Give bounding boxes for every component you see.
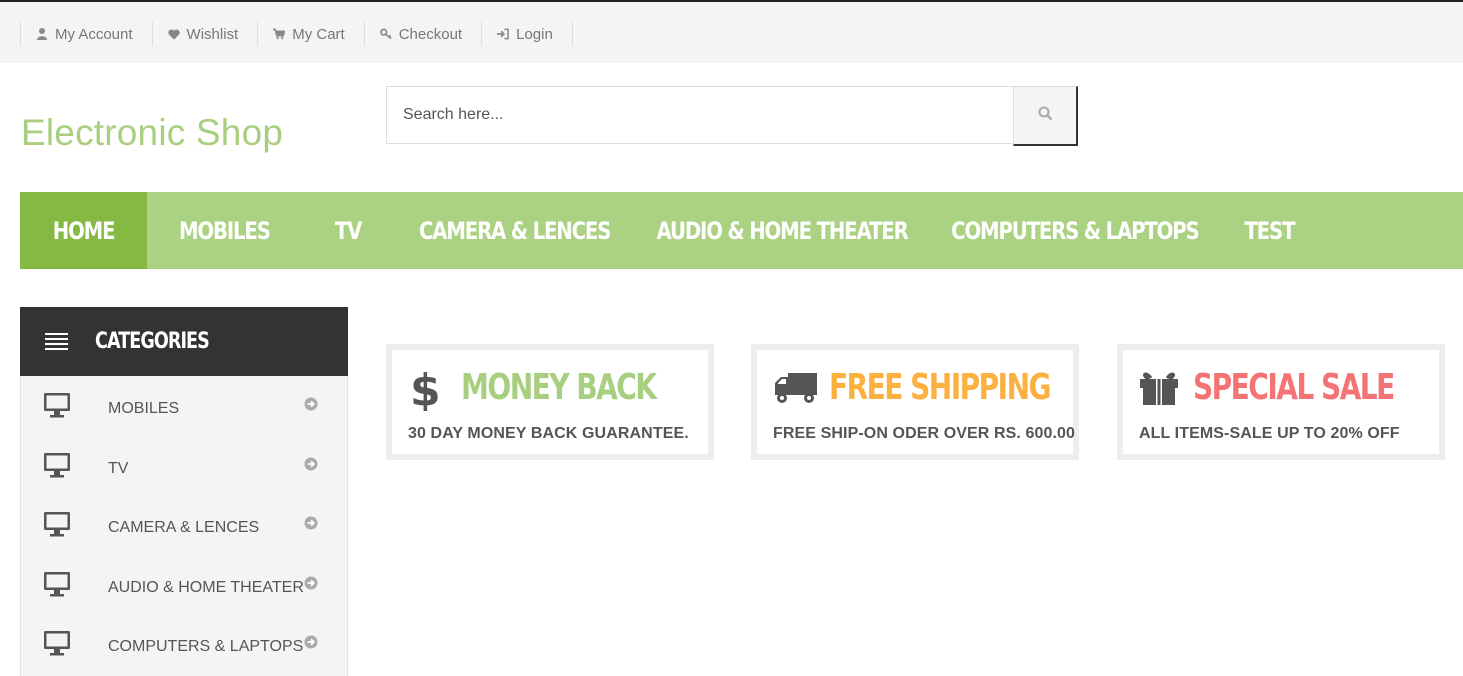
my-cart-label: My Cart xyxy=(292,25,345,43)
feature-subtitle: 30 DAY MONEY BACK GUARANTEE. xyxy=(408,425,689,442)
key-icon xyxy=(379,28,392,40)
sign-in-icon xyxy=(497,28,509,40)
monitor-icon xyxy=(43,452,71,483)
category-item[interactable]: COMPUTERS & LAPTOPS xyxy=(21,614,347,674)
gift-icon xyxy=(1139,370,1179,411)
nav-camera-lences[interactable]: CAMERA & LENCES xyxy=(395,192,635,269)
main-nav: HOME MOBILES TV CAMERA & LENCES AUDIO & … xyxy=(20,192,1463,269)
login-label: Login xyxy=(516,25,553,43)
cart-icon xyxy=(273,28,286,40)
feature-free-shipping: FREE SHIPPING FREE SHIP-ON ODER OVER RS.… xyxy=(751,344,1079,460)
arrow-circle-right-icon xyxy=(304,635,318,654)
my-account-link[interactable]: My Account xyxy=(21,22,153,46)
dollar-icon: $ xyxy=(408,365,441,416)
category-label: TV xyxy=(108,459,129,477)
nav-mobiles[interactable]: MOBILES xyxy=(147,192,301,269)
wishlist-link[interactable]: Wishlist xyxy=(153,22,259,46)
arrow-circle-right-icon xyxy=(304,457,318,476)
monitor-icon xyxy=(43,630,71,661)
nav-tv[interactable]: TV xyxy=(301,192,395,269)
search-icon xyxy=(1038,106,1053,126)
search-bar xyxy=(386,86,1078,146)
category-label: COMPUTERS & LAPTOPS xyxy=(108,638,304,655)
monitor-icon xyxy=(43,571,71,602)
menu-icon xyxy=(45,332,68,351)
nav-audio-home-theater[interactable]: AUDIO & HOME THEATER xyxy=(635,192,929,269)
category-item[interactable]: TV xyxy=(21,436,347,496)
user-icon xyxy=(36,28,48,40)
heart-icon xyxy=(167,28,180,40)
arrow-circle-right-icon xyxy=(304,397,318,416)
category-label: AUDIO & HOME THEATER xyxy=(108,578,304,596)
my-cart-link[interactable]: My Cart xyxy=(258,22,365,46)
feature-title: SPECIAL SALE xyxy=(1193,367,1395,408)
feature-subtitle: FREE SHIP-ON ODER OVER RS. 600.00 xyxy=(773,425,1076,442)
top-links: My Account Wishlist My Cart Checkout Log… xyxy=(20,22,573,46)
svg-text:$: $ xyxy=(410,365,438,411)
nav-test[interactable]: TEST xyxy=(1221,192,1317,269)
category-label: CAMERA & LENCES xyxy=(108,519,260,536)
categories-list: MOBILES TV CAMERA & LENCES AUDIO & HOME THE… xyxy=(20,376,348,676)
truck-icon xyxy=(774,371,818,410)
category-item[interactable]: MOBILES xyxy=(21,376,347,436)
nav-computers-laptops[interactable]: COMPUTERS & LAPTOPS xyxy=(929,192,1221,269)
top-bar: My Account Wishlist My Cart Checkout Log… xyxy=(0,2,1463,63)
site-logo[interactable]: Electronic Shop xyxy=(21,112,283,154)
category-label: MOBILES xyxy=(108,400,180,417)
my-account-label: My Account xyxy=(55,25,133,43)
category-item[interactable]: AUDIO & HOME THEATER xyxy=(21,555,347,615)
feature-special-sale: SPECIAL SALE ALL ITEMS-SALE UP TO 20% OF… xyxy=(1117,344,1445,460)
monitor-icon xyxy=(43,511,71,542)
checkout-link[interactable]: Checkout xyxy=(365,22,483,46)
monitor-icon xyxy=(43,392,71,423)
wishlist-label: Wishlist xyxy=(186,25,239,43)
arrow-circle-right-icon xyxy=(304,576,318,595)
arrow-circle-right-icon xyxy=(304,516,318,535)
category-item[interactable]: CAMERA & LENCES xyxy=(21,495,347,555)
feature-money-back: $ MONEY BACK 30 DAY MONEY BACK GUARANTEE… xyxy=(386,344,714,460)
search-input[interactable] xyxy=(386,86,1013,144)
categories-header[interactable]: CATEGORIES xyxy=(20,307,348,376)
feature-title: MONEY BACK xyxy=(461,367,657,408)
categories-title: CATEGORIES xyxy=(95,329,210,354)
search-button[interactable] xyxy=(1013,86,1078,146)
checkout-label: Checkout xyxy=(398,25,463,43)
feature-subtitle: ALL ITEMS-SALE UP TO 20% OFF xyxy=(1139,425,1400,442)
login-link[interactable]: Login xyxy=(482,22,573,46)
nav-home[interactable]: HOME xyxy=(20,192,147,269)
feature-title: FREE SHIPPING xyxy=(829,367,1052,408)
